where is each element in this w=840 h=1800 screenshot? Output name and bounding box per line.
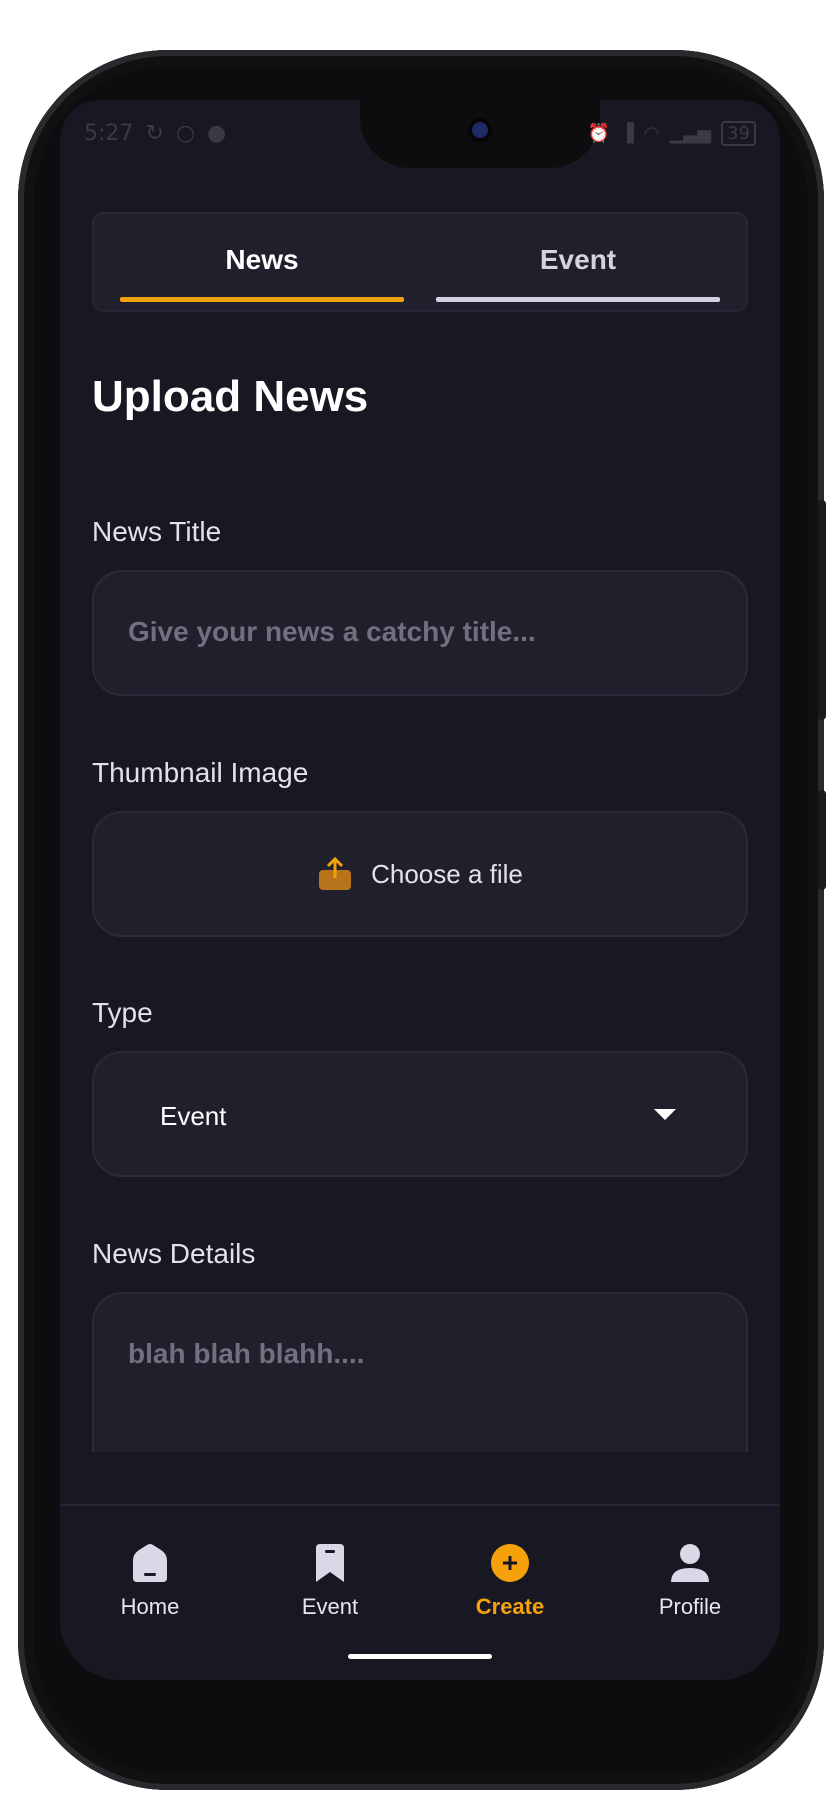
type-label: Type (92, 997, 153, 1028)
news-title-input[interactable]: Give your news a catchy title... (92, 570, 748, 696)
nav-home[interactable]: Home (60, 1542, 240, 1620)
nav-event-label: Event (301, 1594, 359, 1619)
alarm-icon: ⏰ (587, 122, 610, 144)
choose-file-label: Choose a file (371, 858, 523, 889)
tab-bar: News Event (92, 212, 748, 312)
battery-icon: 39 (721, 120, 756, 146)
news-details-label: News Details (92, 1238, 256, 1269)
page-title: Upload News (92, 372, 369, 421)
status-time: 5:27 (84, 120, 134, 146)
tab-news[interactable]: News (120, 214, 404, 312)
nav-home-label: Home (120, 1594, 180, 1619)
status-bar: 5:27 ↻ ○ ● ⏰ ▐ ◠ ▁▃▅ 39 (84, 118, 756, 148)
sync-icon: ↻ (145, 120, 164, 146)
volume-button (818, 500, 826, 720)
vibrate-icon: ▐ (620, 122, 634, 144)
whatsapp-icon: ○ (175, 120, 196, 146)
wifi-icon: ◠ (643, 122, 660, 144)
nav-create[interactable]: Create (420, 1542, 600, 1620)
viber-icon: ● (207, 120, 227, 146)
nav-create-label: Create (475, 1594, 545, 1619)
news-details-placeholder: blah blah blahh.... (128, 1338, 365, 1369)
news-title-label: News Title (92, 516, 222, 547)
tab-news-underline (120, 297, 404, 302)
type-select[interactable]: Event (92, 1051, 748, 1177)
nav-profile[interactable]: Profile (600, 1542, 780, 1620)
user-icon (671, 1544, 709, 1582)
app-screen: 5:27 ↻ ○ ● ⏰ ▐ ◠ ▁▃▅ 39 News Event Uploa… (60, 100, 780, 1680)
news-title-placeholder: Give your news a catchy title... (128, 616, 536, 647)
nav-event[interactable]: Event (240, 1542, 420, 1620)
power-button (818, 790, 826, 890)
home-indicator[interactable] (348, 1654, 492, 1659)
upload-icon (319, 856, 352, 890)
choose-file-button[interactable]: Choose a file (92, 811, 748, 937)
home-icon (133, 1544, 167, 1582)
news-details-textarea[interactable]: blah blah blahh.... (92, 1292, 748, 1452)
type-selected-value: Event (160, 1101, 227, 1131)
tab-event-underline (436, 297, 720, 302)
bookmark-icon (316, 1544, 344, 1582)
plus-circle-icon (491, 1544, 529, 1582)
nav-profile-label: Profile (658, 1594, 722, 1619)
thumbnail-label: Thumbnail Image (92, 757, 309, 788)
tab-event[interactable]: Event (436, 214, 720, 312)
chevron-down-icon (654, 1109, 676, 1120)
signal-icon: ▁▃▅ (669, 122, 712, 144)
